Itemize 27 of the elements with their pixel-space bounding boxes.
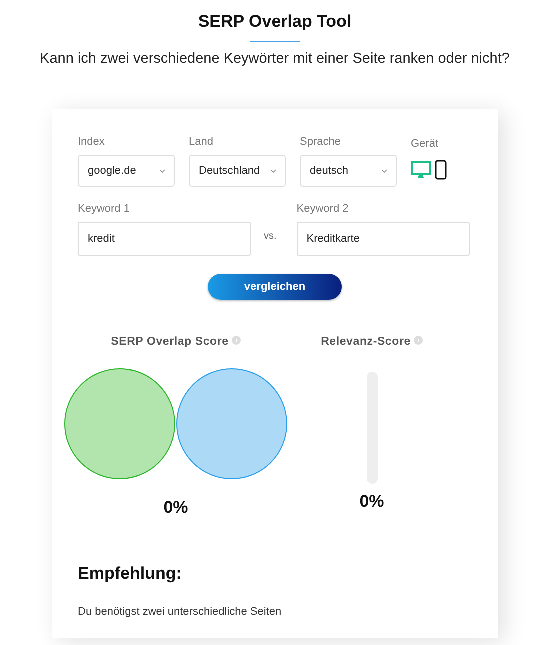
chevron-down-icon xyxy=(159,168,166,174)
chevron-down-icon xyxy=(381,168,388,174)
score-value: 0% xyxy=(164,498,188,518)
chevron-down-icon xyxy=(270,168,277,174)
page-title: SERP Overlap Tool xyxy=(198,12,352,32)
help-icon[interactable] xyxy=(414,336,423,345)
field-label: Sprache xyxy=(300,136,342,148)
score-value: 0% xyxy=(360,492,384,512)
page-subtitle: Kann ich zwei verschiedene Keywörter mit einer Seite ranken oder nicht? xyxy=(40,51,510,67)
keyword-field[interactable]: kredit xyxy=(78,222,251,256)
field-label: Index xyxy=(78,136,106,148)
compare-button[interactable]: vergleichen xyxy=(208,274,342,300)
dropdown[interactable]: google.de xyxy=(78,155,175,187)
dropdown[interactable]: deutsch xyxy=(300,155,397,187)
field-label: Keyword 2 xyxy=(296,203,350,215)
help-icon[interactable] xyxy=(232,336,241,345)
field-label: Land xyxy=(189,136,214,148)
recommendation-text: Du benötigst zwei unterschiedliche Seiten xyxy=(78,606,283,618)
versus-label: vs. xyxy=(264,231,277,242)
smartphone-icon[interactable] xyxy=(435,160,447,180)
field-label: Keyword 1 xyxy=(78,203,131,215)
score-title: Relevanz-Score xyxy=(321,336,411,348)
keyword-field[interactable]: Kreditkarte xyxy=(296,222,470,256)
score-title: SERP Overlap Score xyxy=(111,336,229,348)
field-label: Gerät xyxy=(411,137,440,150)
dropdown[interactable]: Deutschland xyxy=(189,155,286,187)
section-heading: Empfehlung: xyxy=(78,564,183,584)
